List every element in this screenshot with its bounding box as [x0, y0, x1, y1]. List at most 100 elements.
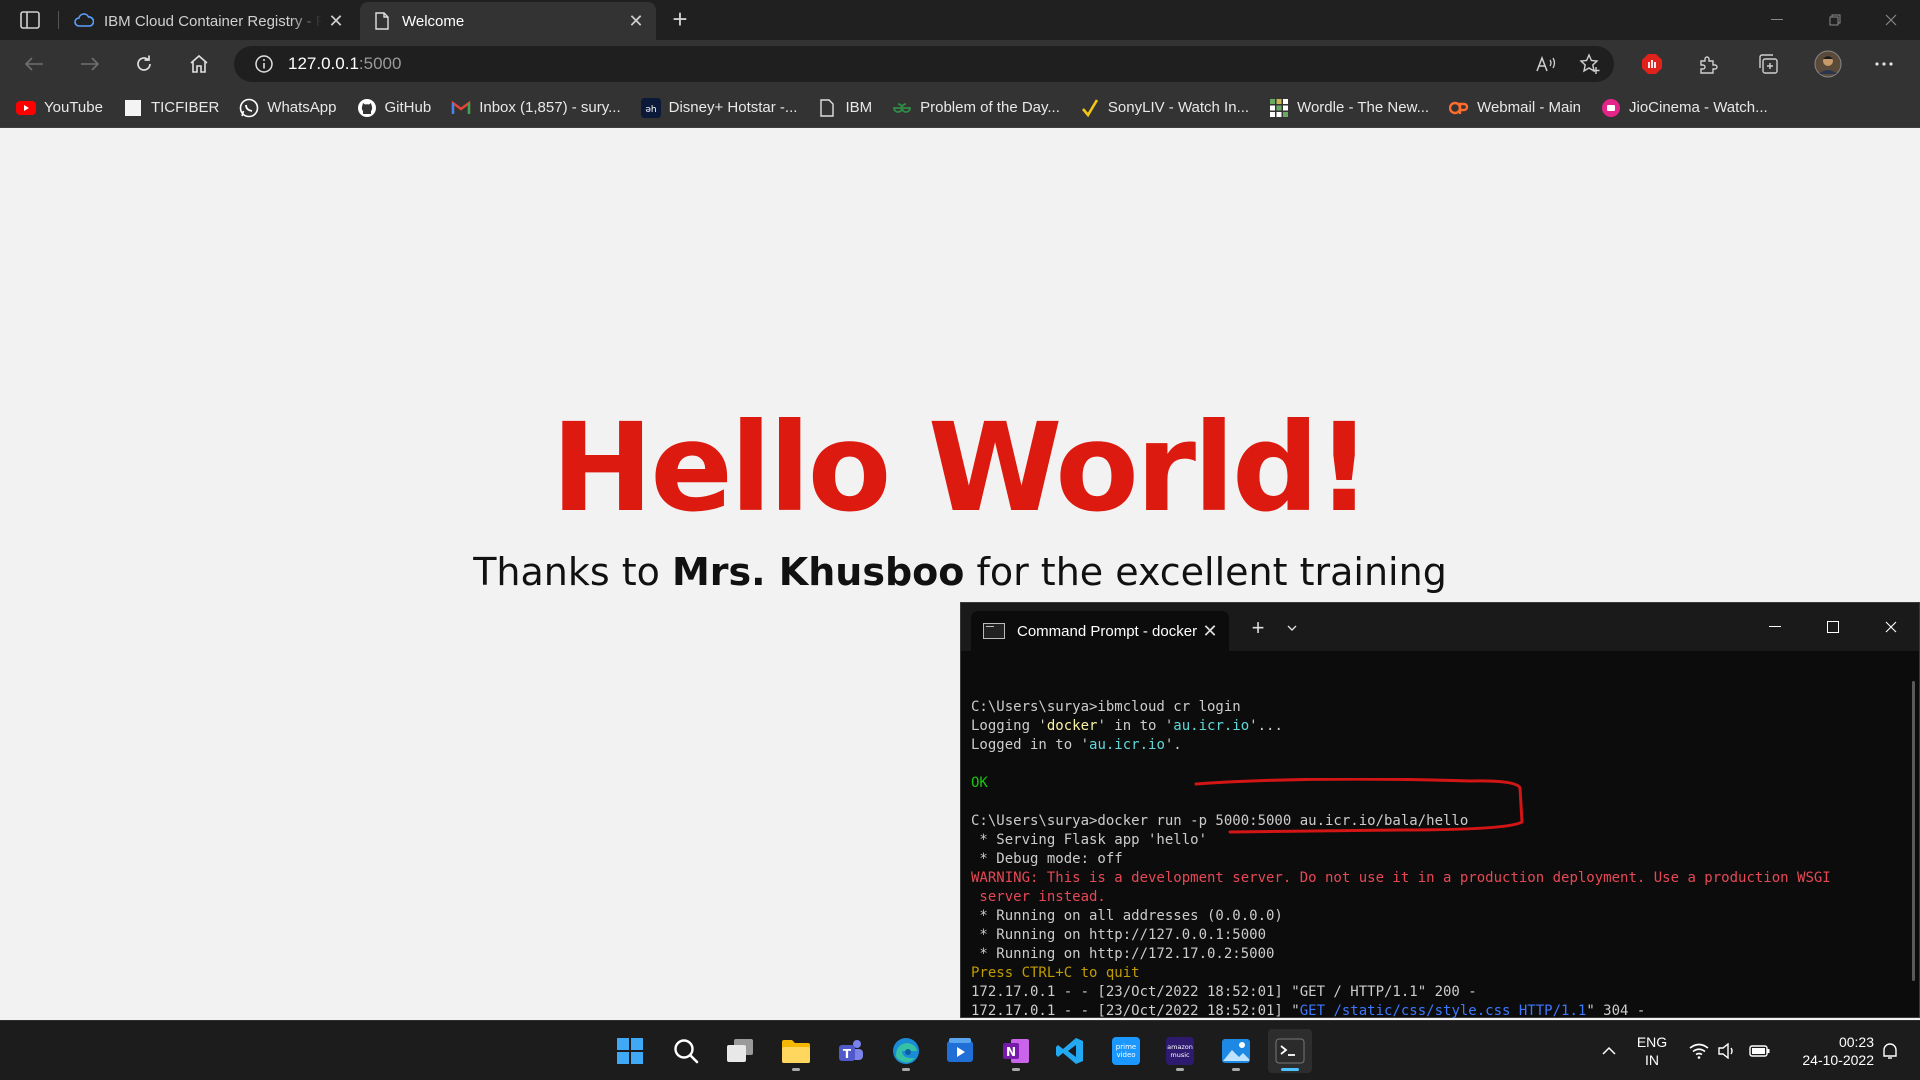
- terminal-icon: [1275, 1038, 1305, 1064]
- terminal-text: Logging ': [971, 718, 1047, 734]
- new-terminal-tab-button[interactable]: +: [1245, 615, 1271, 641]
- svg-text:music: music: [1170, 1051, 1190, 1059]
- bookmark-hotstar[interactable]: əh Disney+ Hotstar -...: [640, 97, 797, 118]
- terminal-line: * Debug mode: off: [971, 850, 1901, 869]
- terminal-window[interactable]: Command Prompt - docker r ✕ + C:\Users\s…: [960, 602, 1920, 1021]
- teams-app[interactable]: T: [828, 1029, 872, 1073]
- bookmark-jiocinema[interactable]: JioCinema - Watch...: [1601, 98, 1768, 118]
- bookmark-gmail[interactable]: Inbox (1,857) - sury...: [451, 98, 621, 118]
- edge-app[interactable]: [884, 1029, 928, 1073]
- bookmark-webmail[interactable]: Webmail - Main: [1449, 98, 1581, 118]
- extension-adblock-icon[interactable]: [1634, 48, 1670, 80]
- media-player-app[interactable]: [938, 1029, 982, 1073]
- bookmark-ticfiber[interactable]: TICFIBER: [123, 98, 219, 118]
- extensions-icon[interactable]: [1690, 48, 1726, 80]
- folder-icon: [782, 1040, 810, 1063]
- home-icon[interactable]: [181, 48, 217, 80]
- amazon-music-app[interactable]: amazon music: [1158, 1029, 1202, 1073]
- collections-icon[interactable]: [1750, 48, 1786, 80]
- terminal-text: * Running on http://127.0.0.1:5000: [971, 927, 1267, 943]
- profile-avatar[interactable]: [1810, 48, 1846, 80]
- bookmark-github[interactable]: GitHub: [357, 98, 431, 118]
- url-port: :5000: [358, 54, 402, 73]
- terminal-line: C:\Users\surya>ibmcloud cr login: [971, 698, 1901, 717]
- task-view-button[interactable]: [718, 1029, 762, 1073]
- bookmark-sonyliv[interactable]: SonyLIV - Watch In...: [1080, 98, 1249, 118]
- tab-welcome[interactable]: Welcome ✕: [360, 2, 656, 40]
- language-primary: ENG: [1636, 1034, 1668, 1050]
- github-icon: [357, 98, 377, 118]
- wordle-icon: [1269, 98, 1289, 118]
- language-indicator[interactable]: ENG IN: [1630, 1033, 1674, 1069]
- restore-icon[interactable]: [1806, 0, 1864, 40]
- gmail-icon: [451, 98, 471, 118]
- forward-icon[interactable]: [72, 48, 108, 80]
- bookmark-geeksforgeeks[interactable]: Problem of the Day...: [892, 98, 1060, 118]
- chevron-up-icon[interactable]: [1596, 1021, 1622, 1080]
- bookmark-whatsapp[interactable]: WhatsApp: [239, 98, 337, 118]
- battery-icon[interactable]: [1746, 1021, 1774, 1080]
- terminal-line: C:\Users\surya>docker run -p 5000:5000 a…: [971, 812, 1901, 831]
- close-window-icon[interactable]: [1862, 603, 1920, 651]
- wifi-icon[interactable]: [1686, 1021, 1712, 1080]
- bookmarks-bar: YouTube TICFIBER WhatsApp GitHub Inbox (…: [0, 88, 1920, 128]
- site-info-icon[interactable]: [252, 52, 276, 76]
- terminal-text: 172.17.0.1 - - [23/Oct/2022 18:52:01] ": [971, 1003, 1300, 1019]
- windows-logo-icon: [617, 1038, 643, 1064]
- tab-separator: [58, 11, 59, 29]
- new-tab-button[interactable]: +: [664, 6, 696, 34]
- terminal-output[interactable]: C:\Users\surya>ibmcloud cr login Logging …: [971, 679, 1901, 1021]
- bookmark-label: IBM: [845, 99, 873, 116]
- prime-video-app[interactable]: prime video: [1104, 1029, 1148, 1073]
- onenote-app[interactable]: N: [994, 1029, 1038, 1073]
- vscode-app[interactable]: [1048, 1029, 1092, 1073]
- address-bar[interactable]: 127.0.0.1:5000: [234, 46, 1614, 82]
- bookmark-label: YouTube: [44, 99, 103, 116]
- bookmark-youtube[interactable]: YouTube: [16, 98, 103, 118]
- terminal-text: * Running on http://172.17.0.2:5000: [971, 946, 1275, 962]
- svg-text:T: T: [843, 1047, 852, 1061]
- terminal-text: * Running on all addresses (0.0.0.0): [971, 908, 1283, 924]
- terminal-app[interactable]: [1268, 1029, 1312, 1073]
- more-options-icon[interactable]: [1866, 48, 1902, 80]
- refresh-icon[interactable]: [126, 48, 162, 80]
- page-icon: [372, 11, 392, 31]
- terminal-text: C:\Users\surya>ibmcloud cr login: [971, 699, 1241, 715]
- file-explorer-app[interactable]: [774, 1029, 818, 1073]
- terminal-text: 172.17.0.1 - - [23/Oct/2022 18:52:01] "G…: [971, 984, 1477, 1000]
- terminal-line: Press CTRL+C to quit: [971, 964, 1901, 983]
- running-indicator: [1176, 1068, 1184, 1071]
- terminal-title-bar[interactable]: Command Prompt - docker r ✕ +: [961, 603, 1919, 651]
- bookmark-ibm[interactable]: IBM: [817, 98, 872, 118]
- volume-icon[interactable]: [1714, 1021, 1740, 1080]
- media-player-icon: [947, 1038, 973, 1062]
- terminal-line: OK: [971, 774, 1901, 793]
- prime-video-icon: primevideo: [1112, 1037, 1140, 1065]
- bookmark-label: JioCinema - Watch...: [1629, 99, 1768, 116]
- tab-ibm-cloud[interactable]: IBM Cloud Container Registry - R ✕: [62, 2, 356, 40]
- read-aloud-icon[interactable]: [1528, 48, 1564, 80]
- subtitle-suffix: for the excellent training: [964, 550, 1447, 594]
- photos-app[interactable]: [1214, 1029, 1258, 1073]
- minimize-icon[interactable]: [1746, 603, 1804, 651]
- tab-actions-icon[interactable]: [14, 8, 46, 32]
- bookmark-wordle[interactable]: Wordle - The New...: [1269, 98, 1429, 118]
- svg-text:amazon: amazon: [1167, 1043, 1193, 1051]
- notifications-icon[interactable]: [1876, 1021, 1904, 1080]
- close-icon[interactable]: ✕: [322, 7, 350, 35]
- system-clock[interactable]: 00:23 24-10-2022: [1780, 1033, 1874, 1069]
- minimize-icon[interactable]: [1748, 0, 1806, 40]
- close-icon[interactable]: ✕: [622, 7, 650, 35]
- start-button[interactable]: [608, 1029, 652, 1073]
- chevron-down-icon[interactable]: [1281, 617, 1303, 639]
- close-icon[interactable]: ✕: [1197, 621, 1223, 642]
- terminal-scrollbar[interactable]: [1912, 681, 1915, 981]
- close-window-icon[interactable]: [1862, 0, 1920, 40]
- back-icon[interactable]: [16, 48, 52, 80]
- maximize-icon[interactable]: [1804, 603, 1862, 651]
- terminal-tab[interactable]: Command Prompt - docker r ✕: [971, 611, 1229, 651]
- search-button[interactable]: [664, 1029, 708, 1073]
- terminal-text: * Debug mode: off: [971, 851, 1123, 867]
- add-favorite-icon[interactable]: [1572, 48, 1608, 80]
